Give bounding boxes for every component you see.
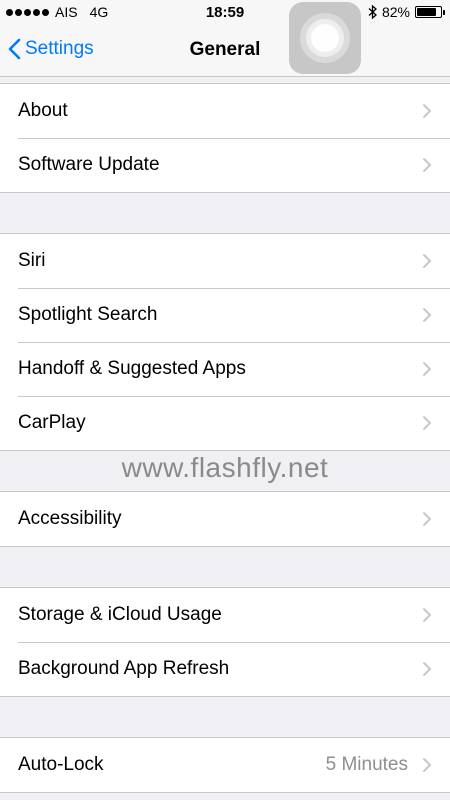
row-carplay[interactable]: CarPlay [0, 396, 450, 450]
row-label: Accessibility [18, 508, 122, 529]
row-label: Storage & iCloud Usage [18, 604, 222, 625]
status-right: 82% [368, 4, 445, 20]
chevron-right-icon [423, 608, 431, 622]
chevron-right-icon [423, 308, 431, 322]
chevron-right-icon [423, 662, 431, 676]
settings-group-lock: Auto-Lock 5 Minutes [0, 737, 450, 793]
auto-lock-value: 5 Minutes [325, 754, 408, 775]
row-software-update[interactable]: Software Update [0, 138, 450, 192]
chevron-right-icon [423, 158, 431, 172]
row-spotlight-search[interactable]: Spotlight Search [0, 288, 450, 342]
row-auto-lock[interactable]: Auto-Lock 5 Minutes [0, 738, 450, 792]
chevron-right-icon [423, 254, 431, 268]
row-accessibility[interactable]: Accessibility [0, 492, 450, 546]
status-bar: AIS 4G 18:59 82% [0, 0, 450, 26]
settings-group-storage: Storage & iCloud Usage Background App Re… [0, 587, 450, 697]
navigation-bar: Settings General [0, 26, 450, 77]
row-label: Siri [18, 250, 46, 271]
assistive-touch-icon [300, 13, 350, 63]
row-handoff[interactable]: Handoff & Suggested Apps [0, 342, 450, 396]
row-label: Handoff & Suggested Apps [18, 358, 246, 379]
settings-group-features: Siri Spotlight Search Handoff & Suggeste… [0, 233, 450, 451]
watermark-text: www.flashfly.net [121, 452, 329, 483]
row-label: CarPlay [18, 412, 86, 433]
settings-group-info: About Software Update [0, 83, 450, 193]
settings-group-accessibility: Accessibility [0, 491, 450, 547]
row-label: Auto-Lock [18, 754, 104, 775]
battery-level [417, 8, 436, 16]
chevron-right-icon [423, 104, 431, 118]
bluetooth-icon [368, 5, 377, 19]
battery-icon [415, 6, 445, 18]
chevron-right-icon [423, 416, 431, 430]
row-label: Background App Refresh [18, 658, 230, 679]
row-background-app-refresh[interactable]: Background App Refresh [0, 642, 450, 696]
row-about[interactable]: About [0, 84, 450, 138]
row-label: Spotlight Search [18, 304, 158, 325]
page-title: General [189, 39, 261, 60]
chevron-right-icon [423, 512, 431, 526]
row-label: About [18, 100, 68, 121]
chevron-right-icon [423, 758, 431, 772]
row-label: Software Update [18, 154, 160, 175]
battery-percent: 82% [381, 4, 410, 20]
chevron-right-icon [423, 362, 431, 376]
assistive-touch-button[interactable] [289, 2, 361, 74]
row-storage-icloud[interactable]: Storage & iCloud Usage [0, 588, 450, 642]
row-siri[interactable]: Siri [0, 234, 450, 288]
